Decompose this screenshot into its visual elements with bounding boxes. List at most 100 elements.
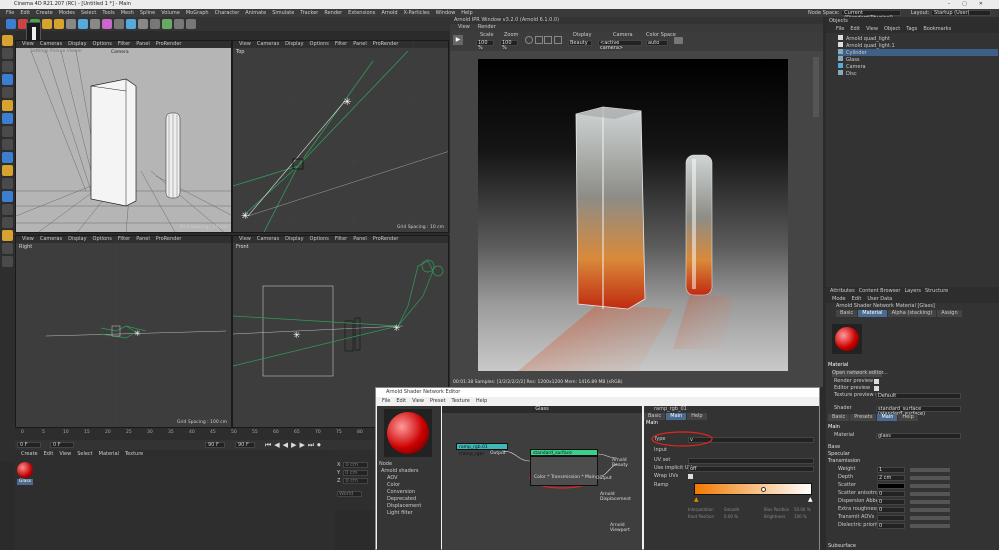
- material-name[interactable]: Glass: [17, 479, 33, 485]
- node-canvas[interactable]: Glass ramp_rgb.01 (ramp_rgb) Output stan…: [442, 406, 642, 550]
- attributes-menu-item[interactable]: Edit: [852, 296, 862, 302]
- menu-item[interactable]: Arnold: [381, 9, 397, 17]
- open-network-editor-button[interactable]: Open network editor...: [832, 370, 888, 377]
- timeline-current[interactable]: 0 F: [50, 442, 74, 448]
- layout-select[interactable]: Startup (User): [931, 9, 992, 16]
- viewport-top[interactable]: View Cameras Display Options Filter Panel ProR…: [232, 40, 449, 233]
- colorspace-select[interactable]: auto: [646, 40, 668, 46]
- material-thumbnail[interactable]: [17, 462, 33, 478]
- implicit-uvs-select[interactable]: off: [688, 466, 814, 472]
- toolbar-button[interactable]: [138, 19, 148, 29]
- render-image[interactable]: [478, 59, 788, 371]
- menu-item[interactable]: Simulate: [272, 9, 294, 17]
- left-tool-button[interactable]: [2, 204, 13, 215]
- left-tool-button[interactable]: [2, 126, 13, 137]
- property-slider[interactable]: [910, 516, 950, 520]
- timeline-start[interactable]: 0 F: [17, 442, 41, 448]
- toolbar-button[interactable]: [78, 19, 88, 29]
- objects-menu-item[interactable]: File: [836, 26, 844, 32]
- attributes-subtab[interactable]: Basic: [836, 310, 858, 317]
- arnold-viewport[interactable]: Arnold Viewport: [610, 523, 642, 533]
- attributes-tab[interactable]: Structure: [925, 288, 948, 294]
- property-slider[interactable]: [910, 468, 950, 472]
- play-icon[interactable]: ▶: [453, 35, 463, 45]
- ipr-menu-item[interactable]: View: [458, 24, 470, 30]
- menu-item[interactable]: Extensions: [348, 9, 375, 17]
- objects-menu-item[interactable]: Object: [884, 26, 900, 32]
- editor-menu-item[interactable]: View: [412, 398, 424, 404]
- toolbar-button[interactable]: [54, 19, 64, 29]
- toolbar-button[interactable]: [6, 19, 16, 29]
- property-value[interactable]: [877, 483, 905, 489]
- left-tool-button[interactable]: [2, 74, 13, 85]
- section-header[interactable]: Base: [828, 444, 998, 451]
- material-menu-item[interactable]: Material: [99, 451, 119, 457]
- property-value[interactable]: 1: [877, 467, 905, 473]
- node-tree-item[interactable]: Light filter: [381, 510, 441, 517]
- object-row[interactable]: Disc: [838, 70, 998, 77]
- toolbar-button[interactable]: [150, 19, 160, 29]
- toolbar-button[interactable]: [114, 19, 124, 29]
- ramp-node[interactable]: ramp_rgb.01 (ramp_rgb): [456, 443, 508, 457]
- menu-item[interactable]: Volume: [161, 9, 180, 17]
- node-attr-tab[interactable]: Help: [687, 413, 707, 420]
- attributes-subtab[interactable]: Alpha (stacking): [887, 310, 937, 317]
- property-value[interactable]: 0: [877, 499, 905, 505]
- render-preview-checkbox[interactable]: [874, 379, 879, 384]
- property-slider[interactable]: [910, 500, 950, 504]
- left-tool-button[interactable]: [2, 191, 13, 202]
- shader-tab[interactable]: Basic: [828, 414, 850, 421]
- node-space-select[interactable]: Current (Standard/Physical): [841, 9, 902, 20]
- left-tool-button[interactable]: [2, 152, 13, 163]
- left-tool-button[interactable]: [2, 243, 13, 254]
- ipr-view-buttons[interactable]: [525, 36, 565, 45]
- objects-menu-item[interactable]: Edit: [850, 26, 860, 32]
- camera-select[interactable]: <active camera>: [598, 40, 642, 51]
- property-value[interactable]: 0: [877, 523, 905, 529]
- knot-value[interactable]: 0.00 %: [724, 513, 738, 520]
- property-value[interactable]: 2 cm: [877, 475, 905, 481]
- material-menu-item[interactable]: Edit: [44, 451, 54, 457]
- menu-item[interactable]: MoGraph: [186, 9, 209, 17]
- menu-item[interactable]: X-Particles: [404, 9, 430, 17]
- node-tree-item[interactable]: Conversion: [381, 489, 441, 496]
- subsurface-section[interactable]: Subsurface: [828, 543, 856, 550]
- display-select[interactable]: Beauty: [568, 40, 592, 46]
- ramp-output[interactable]: Output: [490, 451, 506, 456]
- menu-item[interactable]: Help: [461, 9, 472, 17]
- editor-menu-item[interactable]: Edit: [396, 398, 406, 404]
- menu-item[interactable]: Spline: [140, 9, 155, 17]
- left-tool-button[interactable]: [2, 230, 13, 241]
- timeline-end[interactable]: 90 F: [205, 442, 225, 448]
- attributes-tab[interactable]: Layers: [904, 288, 921, 294]
- editor-menu-item[interactable]: File: [382, 398, 390, 404]
- texture-preview-size-select[interactable]: Default: [876, 393, 961, 399]
- multiply-port[interactable]: Color * Transmission * Main: [534, 475, 596, 480]
- toolbar-button[interactable]: [174, 19, 184, 29]
- attributes-tab[interactable]: Attributes: [830, 288, 855, 294]
- ramp-knot-right[interactable]: ▲: [808, 496, 813, 503]
- node-attr-tab[interactable]: Main: [666, 413, 687, 420]
- material-select[interactable]: glass: [876, 433, 961, 439]
- toolbar-button[interactable]: [162, 19, 172, 29]
- ss-output[interactable]: Output: [596, 476, 612, 481]
- node-tree-item[interactable]: Displacement: [381, 503, 441, 510]
- interpolation-value[interactable]: Smooth: [724, 506, 739, 513]
- left-tool-button[interactable]: [2, 100, 13, 111]
- shader-tab[interactable]: Main: [877, 414, 898, 421]
- coord-value[interactable]: 0 cm: [343, 462, 369, 468]
- timeline-end-preview[interactable]: 90 F: [235, 442, 255, 448]
- left-tool-button[interactable]: [2, 178, 13, 189]
- window-controls[interactable]: –▢✕: [948, 0, 995, 9]
- shader-tab[interactable]: Help: [898, 414, 918, 421]
- material-menu-item[interactable]: View: [59, 451, 71, 457]
- coord-value[interactable]: 0 cm: [343, 478, 369, 484]
- menu-item[interactable]: Animate: [245, 9, 266, 17]
- left-tool-button[interactable]: [2, 165, 13, 176]
- ramp-knot-left[interactable]: ▲: [694, 496, 699, 503]
- menu-item[interactable]: Modes: [59, 9, 75, 17]
- toolbar-button[interactable]: [126, 19, 136, 29]
- menu-item[interactable]: Window: [436, 9, 456, 17]
- menu-item[interactable]: Tools: [102, 9, 114, 17]
- toolbar-button[interactable]: [42, 19, 52, 29]
